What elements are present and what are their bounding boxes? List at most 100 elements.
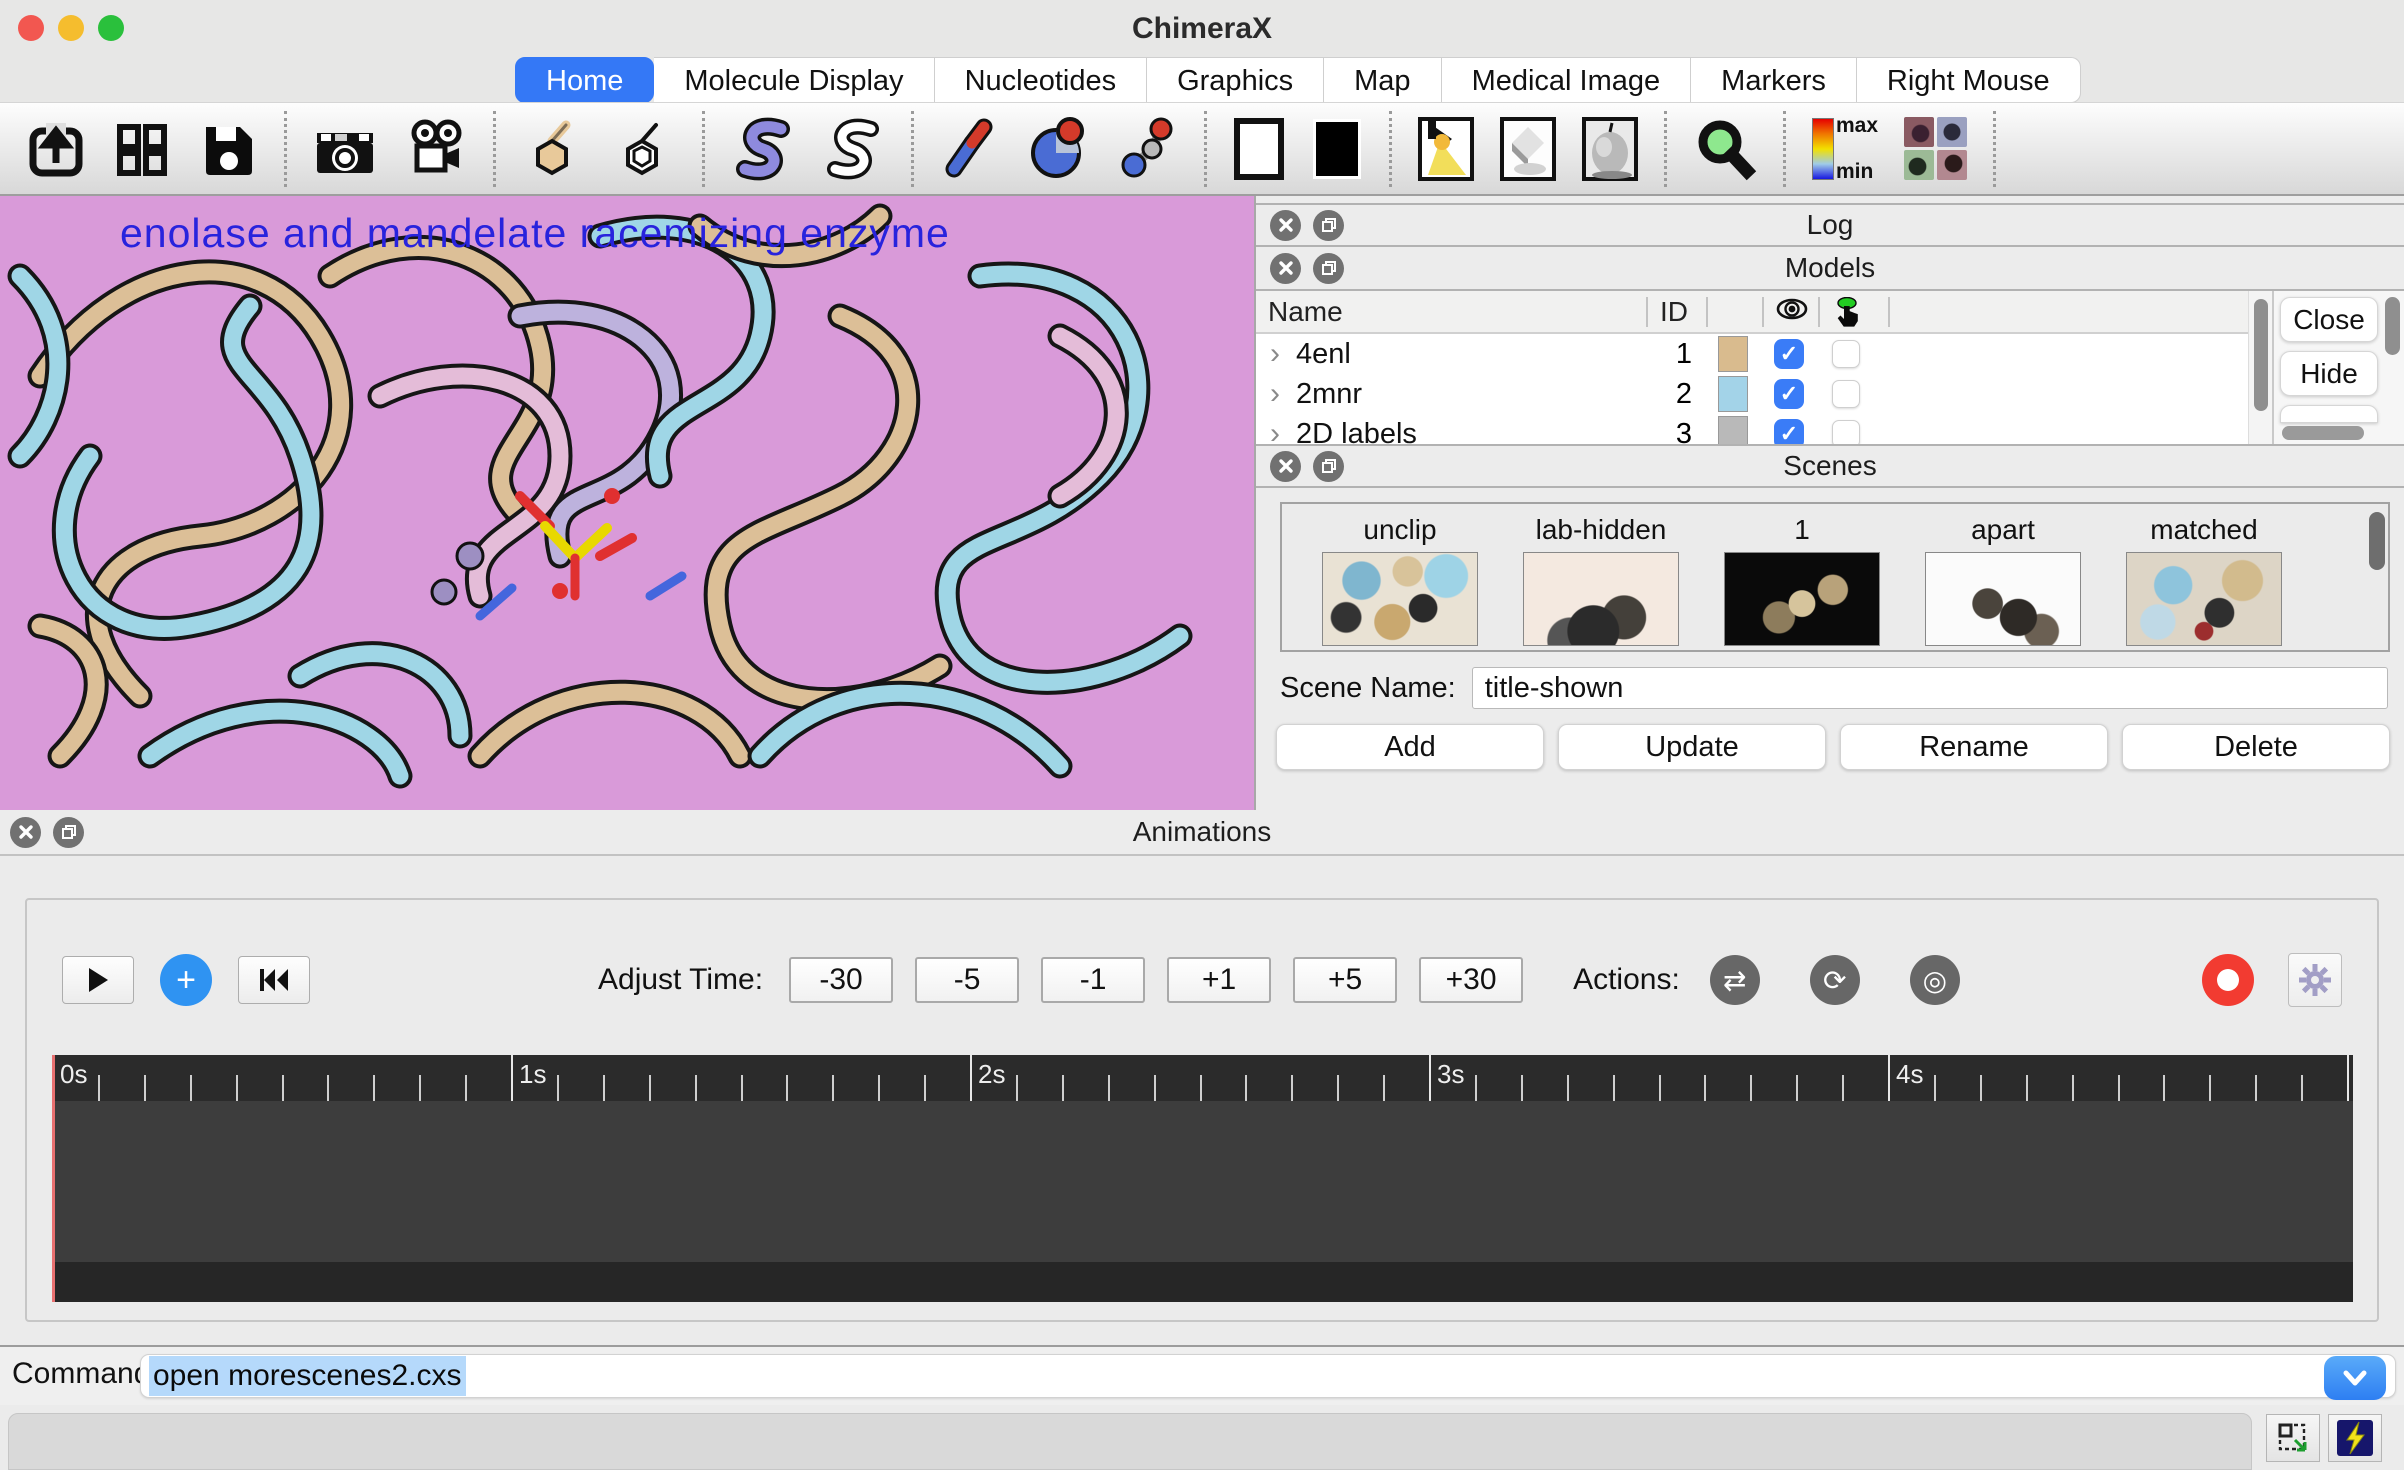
column-select[interactable] — [1818, 297, 1888, 327]
models-more-button[interactable] — [2280, 405, 2378, 423]
white-background-button[interactable] — [1233, 117, 1285, 181]
disclosure-chevron[interactable]: › — [1270, 377, 1280, 411]
disclosure-chevron[interactable]: › — [1270, 337, 1280, 371]
resize-graphics-button[interactable] — [2266, 1414, 2320, 1462]
map-colormap-button[interactable]: max min — [1812, 114, 1878, 184]
stick-style-button[interactable] — [940, 117, 1000, 181]
scenes-scrollbar[interactable] — [2369, 512, 2385, 570]
record-movie-button[interactable] — [403, 119, 467, 179]
loop-action-button[interactable]: ⟳ — [1810, 955, 1860, 1005]
scene-rename-button[interactable]: Rename — [1840, 724, 2108, 770]
rewind-button[interactable] — [238, 956, 310, 1004]
scene-add-button[interactable]: Add — [1276, 724, 1544, 770]
full-lighting-button[interactable] — [1582, 117, 1638, 181]
model-color-swatch[interactable] — [1718, 376, 1748, 412]
snapshot-camera-button[interactable] — [313, 119, 377, 179]
ball-stick-style-button[interactable] — [1118, 117, 1178, 181]
model-select-checkbox[interactable] — [1832, 380, 1860, 408]
add-keyframe-button[interactable]: + — [160, 954, 212, 1006]
show-cartoon-button[interactable] — [731, 117, 795, 181]
settings-gear-button[interactable] — [2288, 953, 2342, 1007]
tab-markers[interactable]: Markers — [1691, 57, 1857, 103]
zoom-view-button[interactable] — [1693, 117, 1757, 181]
sphere-style-button[interactable] — [1026, 117, 1092, 181]
adjust-plus-30-button[interactable]: +30 — [1419, 957, 1523, 1003]
scene-update-button[interactable]: Update — [1558, 724, 1826, 770]
adjust-minus-5-button[interactable]: -5 — [915, 957, 1019, 1003]
adjust-plus-1-button[interactable]: +1 — [1167, 957, 1271, 1003]
model-shown-checkbox[interactable]: ✓ — [1774, 379, 1804, 409]
swap-action-button[interactable]: ⇄ — [1710, 955, 1760, 1005]
scene-item[interactable]: 1 — [1724, 508, 1880, 650]
scene-thumbnail[interactable] — [2126, 552, 2282, 646]
model-shown-checkbox[interactable]: ✓ — [1774, 419, 1804, 444]
model-shown-checkbox[interactable]: ✓ — [1774, 339, 1804, 369]
disclosure-chevron[interactable]: › — [1270, 417, 1280, 444]
black-background-button[interactable] — [1311, 117, 1363, 181]
timeline-ruler[interactable]: 0s1s2s3s4s — [52, 1055, 2353, 1101]
adjust-minus-30-button[interactable]: -30 — [789, 957, 893, 1003]
scene-item[interactable]: matched — [2126, 508, 2282, 650]
scene-delete-button[interactable]: Delete — [2122, 724, 2390, 770]
models-close-button[interactable]: Close — [2280, 297, 2378, 342]
column-shown[interactable] — [1762, 297, 1818, 327]
animation-timeline[interactable]: 0s1s2s3s4s — [52, 1055, 2353, 1302]
model-row[interactable]: ›2mnr 2 ✓ — [1256, 374, 2248, 414]
simple-lighting-button[interactable] — [1418, 117, 1474, 181]
column-color[interactable] — [1706, 297, 1762, 327]
scene-item[interactable]: unclip — [1322, 508, 1478, 650]
tab-medical-image[interactable]: Medical Image — [1442, 57, 1692, 103]
scene-name-input[interactable] — [1472, 667, 2388, 709]
tab-nucleotides[interactable]: Nucleotides — [935, 57, 1148, 103]
command-input[interactable]: open morescenes2.cxs — [140, 1354, 2396, 1398]
models-hide-button[interactable]: Hide — [2280, 351, 2378, 396]
column-name[interactable]: Name — [1256, 297, 1646, 327]
model-color-swatch[interactable] — [1718, 416, 1748, 444]
hide-cartoon-button[interactable] — [821, 117, 885, 181]
tab-right-mouse[interactable]: Right Mouse — [1857, 57, 2081, 103]
command-history-dropdown[interactable] — [2324, 1356, 2386, 1400]
right-panel-column: Log Models Name ID ›4enl 1 — [1254, 196, 2404, 810]
scene-thumbnail[interactable] — [1724, 552, 1880, 646]
scene-name-label: 1 — [1794, 508, 1810, 552]
model-row[interactable]: ›4enl 1 ✓ — [1256, 334, 2248, 374]
model-row[interactable]: ›2D labels 3 ✓ — [1256, 414, 2248, 444]
scene-thumbnail[interactable] — [1322, 552, 1478, 646]
map-slices-button[interactable] — [1904, 117, 1967, 180]
scene-name-label: unclip — [1363, 508, 1436, 552]
scene-name-label: matched — [2150, 508, 2257, 552]
timeline-footer-track[interactable] — [52, 1262, 2353, 1302]
tab-home[interactable]: Home — [515, 57, 654, 103]
target-action-button[interactable]: ◎ — [1910, 955, 1960, 1005]
column-id[interactable]: ID — [1646, 297, 1706, 327]
recent-files-button[interactable] — [112, 119, 172, 179]
tab-map[interactable]: Map — [1324, 57, 1441, 103]
show-atoms-button[interactable] — [522, 117, 586, 181]
hide-atoms-button[interactable] — [612, 117, 676, 181]
fast-mode-button[interactable] — [2328, 1414, 2382, 1462]
open-file-button[interactable] — [26, 119, 86, 179]
models-side-buttons: Close Hide — [2272, 291, 2404, 444]
play-button[interactable] — [62, 956, 134, 1004]
model-select-checkbox[interactable] — [1832, 420, 1860, 444]
colormap-min-label: min — [1836, 160, 1878, 184]
scene-thumbnail[interactable] — [1523, 552, 1679, 646]
model-select-checkbox[interactable] — [1832, 340, 1860, 368]
adjust-plus-5-button[interactable]: +5 — [1293, 957, 1397, 1003]
scene-item[interactable]: lab-hidden — [1523, 508, 1679, 650]
record-button[interactable] — [2202, 954, 2254, 1006]
model-color-swatch[interactable] — [1718, 336, 1748, 372]
graphics-viewport[interactable]: enolase and mandelate racemizing enzyme — [0, 196, 1254, 810]
soft-lighting-button[interactable] — [1500, 117, 1556, 181]
timeline-track[interactable] — [52, 1101, 2353, 1262]
timeline-playhead[interactable] — [52, 1055, 55, 1302]
models-scrollbar[interactable] — [2248, 291, 2272, 444]
scene-item[interactable]: apart — [1925, 508, 2081, 650]
adjust-minus-1-button[interactable]: -1 — [1041, 957, 1145, 1003]
scene-thumbnail[interactable] — [1925, 552, 2081, 646]
save-session-button[interactable] — [198, 119, 258, 179]
models-side-scrollbar[interactable] — [2385, 297, 2400, 355]
tab-molecule-display[interactable]: Molecule Display — [654, 57, 934, 103]
models-side-hscrollbar[interactable] — [2282, 426, 2364, 440]
tab-graphics[interactable]: Graphics — [1147, 57, 1324, 103]
